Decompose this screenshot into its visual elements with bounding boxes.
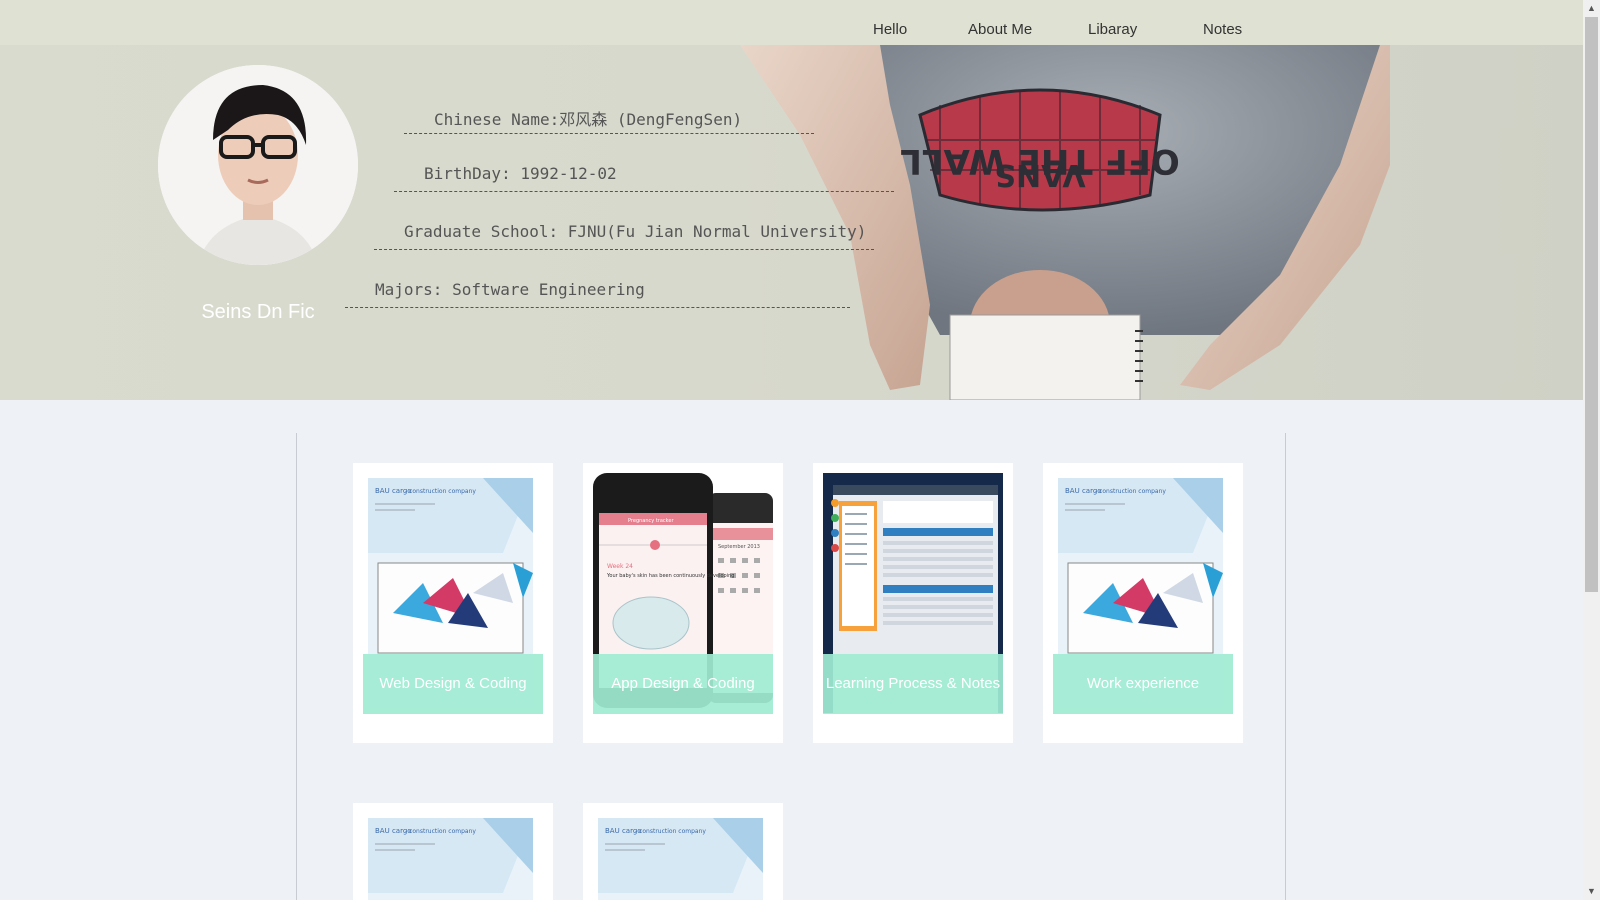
vertical-scrollbar[interactable]: ▲ ▼ bbox=[1583, 0, 1600, 900]
bau-subtitle-4: - construction company bbox=[635, 828, 706, 835]
nav-item-about-me[interactable]: About Me bbox=[968, 21, 1032, 38]
bau-subtitle: - construction company bbox=[405, 488, 476, 495]
row2-1-thumbnail: BAU cargo - construction company bbox=[363, 813, 543, 900]
calendar-month: September 2013 bbox=[718, 544, 760, 550]
card-web-design[interactable]: BAU cargo - construction company Web Des… bbox=[353, 463, 553, 743]
card-label-work-experience: Work experience bbox=[1053, 654, 1233, 714]
info-chinese-name: Chinese Name:邓风森 (DengFengSen) bbox=[404, 104, 814, 134]
portfolio-section: BAU cargo - construction company Web Des… bbox=[296, 433, 1286, 900]
info-majors: Majors: Software Engineering bbox=[345, 278, 850, 308]
baby-message: Your baby's skin has been continuously d… bbox=[606, 573, 734, 579]
card-row2-1[interactable]: BAU cargo - construction company bbox=[353, 803, 553, 900]
week-label: Week 24 bbox=[607, 563, 633, 570]
card-label-learning-process: Learning Process & Notes bbox=[823, 654, 1003, 714]
profile-banner: OFF THE WALL VANS Seins Dn Fic Chinese N… bbox=[0, 45, 1583, 400]
scroll-down-arrow-icon[interactable]: ▼ bbox=[1583, 883, 1600, 900]
nav-item-notes[interactable]: Notes bbox=[1203, 21, 1242, 38]
row2-2-thumbnail: BAU cargo - construction company bbox=[593, 813, 773, 900]
nav-item-hello[interactable]: Hello bbox=[873, 21, 907, 38]
scroll-thumb[interactable] bbox=[1585, 17, 1598, 592]
top-nav: Hello About Me Libaray Notes bbox=[0, 0, 1583, 45]
bau-subtitle-2: - construction company bbox=[1095, 488, 1166, 495]
card-label-app-design: App Design & Coding bbox=[593, 654, 773, 714]
card-label-web-design: Web Design & Coding bbox=[363, 654, 543, 714]
bau-subtitle-3: - construction company bbox=[405, 828, 476, 835]
nav-item-libaray[interactable]: Libaray bbox=[1088, 21, 1137, 38]
shirt-brand: VANS bbox=[994, 157, 1085, 192]
card-learning-process[interactable]: Learning Process & Notes bbox=[813, 463, 1013, 743]
info-graduate-school: Graduate School: FJNU(Fu Jian Normal Uni… bbox=[374, 220, 874, 250]
card-row2-2[interactable]: BAU cargo - construction company bbox=[583, 803, 783, 900]
avatar bbox=[158, 65, 358, 265]
scroll-up-arrow-icon[interactable]: ▲ bbox=[1583, 0, 1600, 17]
pregnancy-tracker-label: Pregnancy tracker bbox=[628, 518, 674, 524]
info-birthday: BirthDay: 1992-12-02 bbox=[394, 162, 894, 192]
card-app-design[interactable]: September 2013 Pregnancy tracker Week 24… bbox=[583, 463, 783, 743]
card-work-experience[interactable]: BAU cargo - construction company Work ex… bbox=[1043, 463, 1243, 743]
nickname: Seins Dn Fic bbox=[201, 301, 315, 323]
